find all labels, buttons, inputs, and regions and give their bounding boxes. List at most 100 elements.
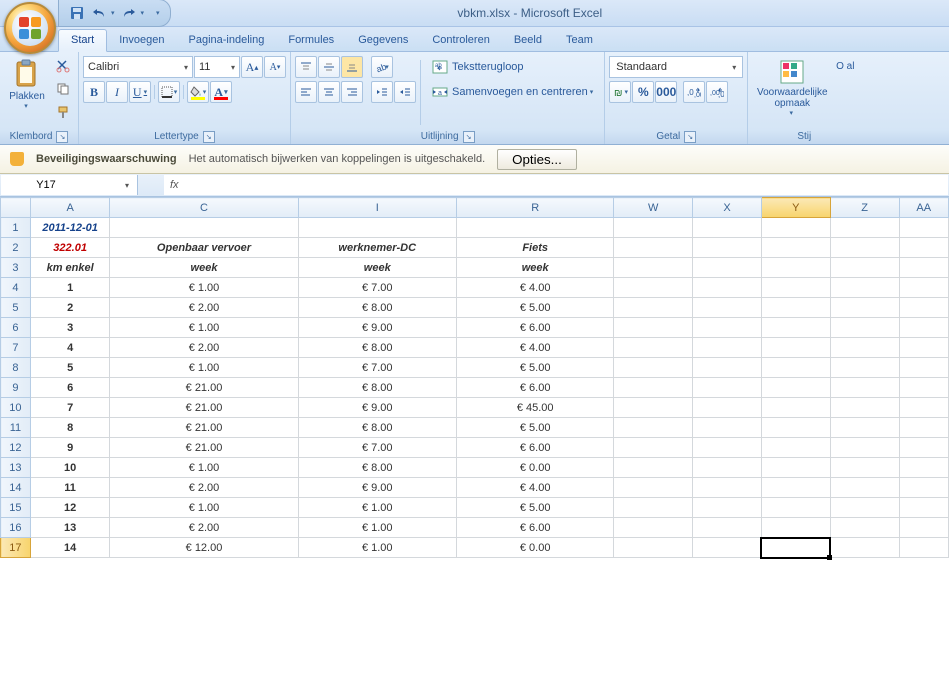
cell-W12[interactable] (614, 438, 693, 458)
merge-dropdown-icon[interactable]: ▾ (590, 88, 594, 96)
cell-A11[interactable]: 8 (30, 418, 110, 438)
cell-AA12[interactable] (899, 438, 949, 458)
row-header-1[interactable]: 1 (1, 218, 31, 238)
fx-icon[interactable]: fx (170, 179, 179, 191)
increase-indent-icon[interactable] (394, 81, 416, 103)
row-header-2[interactable]: 2 (1, 238, 31, 258)
cell-C14[interactable]: € 2.00 (110, 478, 298, 498)
cell-I6[interactable]: € 9.00 (298, 318, 456, 338)
col-header-I[interactable]: I (298, 198, 456, 218)
cell-W3[interactable] (614, 258, 693, 278)
cell-A14[interactable]: 11 (30, 478, 110, 498)
tab-beeld[interactable]: Beeld (502, 30, 554, 51)
cell-X2[interactable] (693, 238, 762, 258)
tab-start[interactable]: Start (58, 29, 107, 52)
cell-R8[interactable]: € 5.00 (456, 358, 613, 378)
cell-W6[interactable] (614, 318, 693, 338)
cell-X10[interactable] (693, 398, 762, 418)
cell-Z13[interactable] (830, 458, 899, 478)
cell-A17[interactable]: 14 (30, 538, 110, 558)
tab-team[interactable]: Team (554, 30, 605, 51)
fill-color-icon[interactable]: ▾ (187, 81, 209, 103)
align-bottom-icon[interactable] (341, 56, 363, 78)
col-header-X[interactable]: X (693, 198, 762, 218)
row-header-14[interactable]: 14 (1, 478, 31, 498)
cell-A5[interactable]: 2 (30, 298, 110, 318)
comma-style-icon[interactable]: 000 (655, 81, 677, 103)
cell-AA6[interactable] (899, 318, 949, 338)
cell-X11[interactable] (693, 418, 762, 438)
decrease-indent-icon[interactable] (371, 81, 393, 103)
cell-Z10[interactable] (830, 398, 899, 418)
cell-AA2[interactable] (899, 238, 949, 258)
cell-R17[interactable]: € 0.00 (456, 538, 613, 558)
align-left-icon[interactable] (295, 81, 317, 103)
row-header-8[interactable]: 8 (1, 358, 31, 378)
row-header-5[interactable]: 5 (1, 298, 31, 318)
merge-center-button[interactable]: a Samenvoegen en centreren ▾ (425, 81, 600, 103)
cell-I10[interactable]: € 9.00 (298, 398, 456, 418)
row-header-13[interactable]: 13 (1, 458, 31, 478)
tab-formules[interactable]: Formules (276, 30, 346, 51)
align-middle-icon[interactable] (318, 56, 340, 78)
security-options-button[interactable]: Opties... (497, 149, 577, 170)
col-header-R[interactable]: R (456, 198, 613, 218)
row-header-12[interactable]: 12 (1, 438, 31, 458)
cell-AA8[interactable] (899, 358, 949, 378)
row-header-10[interactable]: 10 (1, 398, 31, 418)
cell-C16[interactable]: € 2.00 (110, 518, 298, 538)
cell-X17[interactable] (693, 538, 762, 558)
cell-R16[interactable]: € 6.00 (456, 518, 613, 538)
cell-W1[interactable] (614, 218, 693, 238)
cell-Y12[interactable] (761, 438, 830, 458)
cell-A4[interactable]: 1 (30, 278, 110, 298)
cell-AA3[interactable] (899, 258, 949, 278)
cell-X1[interactable] (693, 218, 762, 238)
cell-AA11[interactable] (899, 418, 949, 438)
cell-AA15[interactable] (899, 498, 949, 518)
row-header-9[interactable]: 9 (1, 378, 31, 398)
italic-button[interactable]: I (106, 81, 128, 103)
cell-R3[interactable]: week (456, 258, 613, 278)
cell-X15[interactable] (693, 498, 762, 518)
cell-R9[interactable]: € 6.00 (456, 378, 613, 398)
cell-I7[interactable]: € 8.00 (298, 338, 456, 358)
cell-C11[interactable]: € 21.00 (110, 418, 298, 438)
cell-X9[interactable] (693, 378, 762, 398)
cell-A10[interactable]: 7 (30, 398, 110, 418)
cell-Y3[interactable] (761, 258, 830, 278)
decrease-decimal-icon[interactable]: ,00,0 (706, 81, 728, 103)
cell-R5[interactable]: € 5.00 (456, 298, 613, 318)
cell-X4[interactable] (693, 278, 762, 298)
cell-R1[interactable] (456, 218, 613, 238)
cell-Y10[interactable] (761, 398, 830, 418)
cell-Z6[interactable] (830, 318, 899, 338)
cell-W14[interactable] (614, 478, 693, 498)
cell-Y6[interactable] (761, 318, 830, 338)
cell-X3[interactable] (693, 258, 762, 278)
cell-C4[interactable]: € 1.00 (110, 278, 298, 298)
align-right-icon[interactable] (341, 81, 363, 103)
undo-dropdown-icon[interactable]: ▾ (111, 9, 115, 17)
cell-Z8[interactable] (830, 358, 899, 378)
cell-I3[interactable]: week (298, 258, 456, 278)
cell-I4[interactable]: € 7.00 (298, 278, 456, 298)
cell-C10[interactable]: € 21.00 (110, 398, 298, 418)
cell-W10[interactable] (614, 398, 693, 418)
font-color-icon[interactable]: A▾ (210, 81, 232, 103)
cell-W4[interactable] (614, 278, 693, 298)
cell-R4[interactable]: € 4.00 (456, 278, 613, 298)
accounting-format-icon[interactable]: ₪▾ (609, 81, 631, 103)
cell-Z2[interactable] (830, 238, 899, 258)
redo-dropdown-icon[interactable]: ▾ (141, 9, 145, 17)
cell-C2[interactable]: Openbaar vervoer (110, 238, 298, 258)
font-name-combo[interactable]: Calibri▾ (83, 56, 193, 78)
cell-C9[interactable]: € 21.00 (110, 378, 298, 398)
cell-I11[interactable]: € 8.00 (298, 418, 456, 438)
tab-gegevens[interactable]: Gegevens (346, 30, 420, 51)
cell-W8[interactable] (614, 358, 693, 378)
cell-A13[interactable]: 10 (30, 458, 110, 478)
format-as-table-button[interactable]: O al (834, 56, 856, 75)
align-top-icon[interactable] (295, 56, 317, 78)
cell-R2[interactable]: Fiets (456, 238, 613, 258)
